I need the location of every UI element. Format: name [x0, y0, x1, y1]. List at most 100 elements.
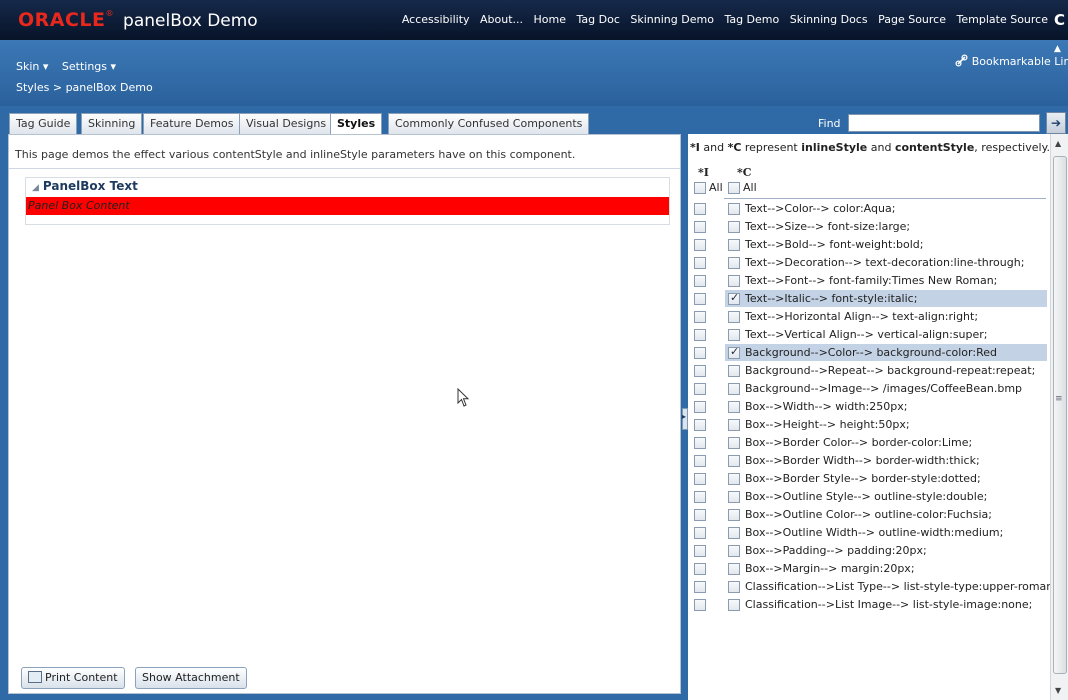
- content-style-checkbox[interactable]: [728, 203, 740, 215]
- find-go-icon[interactable]: ➔: [1046, 112, 1066, 134]
- content-style-checkbox[interactable]: [728, 383, 740, 395]
- inline-style-checkbox[interactable]: [694, 275, 706, 287]
- content-style-checkbox[interactable]: [728, 473, 740, 485]
- inline-style-checkbox[interactable]: [694, 239, 706, 251]
- inline-style-checkbox[interactable]: [694, 365, 706, 377]
- style-option-label: Box-->Margin--> margin:20px;: [745, 562, 915, 575]
- style-option-row: Box-->Border Color--> border-color:Lime;: [688, 434, 1048, 452]
- content-style-checkbox[interactable]: [728, 527, 740, 539]
- skin-menu[interactable]: Skin ▾: [16, 60, 48, 73]
- inline-style-checkbox[interactable]: [694, 419, 706, 431]
- scroll-up-icon[interactable]: ▲: [1055, 139, 1061, 148]
- content-style-checkbox[interactable]: [728, 581, 740, 593]
- style-option-label: Box-->Padding--> padding:20px;: [745, 544, 927, 557]
- nav-skinning-docs[interactable]: Skinning Docs: [790, 13, 868, 26]
- nav-tag-demo[interactable]: Tag Demo: [724, 13, 779, 26]
- inline-style-checkbox[interactable]: [694, 437, 706, 449]
- nav-accessibility[interactable]: Accessibility: [402, 13, 470, 26]
- content-style-checkbox[interactable]: [728, 291, 740, 305]
- inline-style-checkbox[interactable]: [694, 491, 706, 503]
- inline-style-checkbox[interactable]: [694, 563, 706, 575]
- tab-skinning[interactable]: Skinning: [81, 113, 143, 134]
- inline-style-checkbox[interactable]: [694, 383, 706, 395]
- content-style-checkbox[interactable]: [728, 545, 740, 557]
- nav-template-source[interactable]: Template Source: [957, 13, 1048, 26]
- settings-menu[interactable]: Settings ▾: [62, 60, 116, 73]
- tab-feature-demos[interactable]: Feature Demos: [143, 113, 241, 134]
- inline-style-checkbox[interactable]: [694, 293, 706, 305]
- inline-style-checkbox[interactable]: [694, 455, 706, 467]
- tab-tag-guide[interactable]: Tag Guide: [9, 113, 78, 134]
- content-style-checkbox[interactable]: [728, 599, 740, 611]
- content-style-checkbox[interactable]: [728, 401, 740, 413]
- content-style-checkbox[interactable]: [728, 437, 740, 449]
- nav-skinning-demo[interactable]: Skinning Demo: [630, 13, 714, 26]
- find-label: Find: [818, 117, 841, 130]
- style-option-row: Box-->Outline Width--> outline-width:med…: [688, 524, 1048, 542]
- select-all-inline-checkbox[interactable]: [694, 182, 706, 194]
- style-option-row: Box-->Border Style--> border-style:dotte…: [688, 470, 1048, 488]
- tab-strip: Tag Guide Skinning Feature Demos Visual …: [0, 106, 1068, 135]
- show-attachment-button[interactable]: Show Attachment: [135, 667, 247, 689]
- inline-style-checkbox[interactable]: [694, 509, 706, 521]
- style-option-label: Background-->Repeat--> background-repeat…: [745, 364, 1036, 377]
- inline-style-checkbox[interactable]: [694, 401, 706, 413]
- inline-style-checkbox[interactable]: [694, 311, 706, 323]
- nav-about[interactable]: About...: [480, 13, 523, 26]
- tab-styles[interactable]: Styles: [330, 113, 383, 135]
- content-style-checkbox[interactable]: [728, 311, 740, 323]
- style-option-row: Background-->Image--> /images/CoffeeBean…: [688, 380, 1048, 398]
- style-option-row: Box-->Height--> height:50px;: [688, 416, 1048, 434]
- style-option-row: Text-->Color--> color:Aqua;: [688, 200, 1048, 218]
- inline-style-checkbox[interactable]: [694, 257, 706, 269]
- style-option-row: Text-->Italic--> font-style:italic;: [688, 290, 1048, 308]
- print-content-label: Print Content: [45, 671, 118, 684]
- content-style-checkbox[interactable]: [728, 365, 740, 377]
- style-option-label: Box-->Width--> width:250px;: [745, 400, 908, 413]
- bookmarkable-link[interactable]: Bookmarkable Lir: [955, 54, 1068, 68]
- content-style-checkbox[interactable]: [728, 329, 740, 341]
- content-style-checkbox[interactable]: [728, 563, 740, 575]
- style-option-row: Text-->Size--> font-size:large;: [688, 218, 1048, 236]
- content-style-checkbox[interactable]: [728, 239, 740, 251]
- tab-commonly-confused[interactable]: Commonly Confused Components: [388, 113, 590, 134]
- demo-panel: This page demos the effect various conte…: [8, 134, 681, 694]
- inline-style-checkbox[interactable]: [694, 599, 706, 611]
- inline-style-checkbox[interactable]: [694, 221, 706, 233]
- scroll-down-icon[interactable]: ▼: [1055, 686, 1061, 695]
- breadcrumb[interactable]: Styles > panelBox Demo: [16, 81, 153, 94]
- content-style-checkbox[interactable]: [728, 455, 740, 467]
- content-style-checkbox[interactable]: [728, 491, 740, 503]
- inline-style-checkbox[interactable]: [694, 527, 706, 539]
- inline-style-checkbox[interactable]: [694, 545, 706, 557]
- style-option-row: Text-->Bold--> font-weight:bold;: [688, 236, 1048, 254]
- inline-style-checkbox[interactable]: [694, 329, 706, 341]
- nav-home[interactable]: Home: [534, 13, 566, 26]
- inline-style-checkbox[interactable]: [694, 347, 706, 359]
- legend-c: *C: [727, 141, 742, 154]
- content-style-checkbox[interactable]: [728, 257, 740, 269]
- tab-visual-designs[interactable]: Visual Designs: [239, 113, 334, 134]
- legend-i: *I: [690, 141, 700, 154]
- collapse-arrow-icon[interactable]: ▲: [1054, 44, 1066, 54]
- legend-text-1: and: [699, 141, 728, 154]
- style-option-label: Box-->Border Width--> border-width:thick…: [745, 454, 980, 467]
- nav-page-source[interactable]: Page Source: [878, 13, 946, 26]
- inline-style-checkbox[interactable]: [694, 581, 706, 593]
- content-style-checkbox[interactable]: [728, 509, 740, 521]
- inline-style-checkbox[interactable]: [694, 473, 706, 485]
- content-style-checkbox[interactable]: [728, 275, 740, 287]
- content-style-checkbox[interactable]: [728, 419, 740, 431]
- content-style-checkbox[interactable]: [728, 345, 740, 359]
- vertical-scrollbar[interactable]: ▲ ≡ ▼: [1050, 134, 1068, 700]
- print-content-button[interactable]: Print Content: [21, 667, 125, 689]
- select-all-content-checkbox[interactable]: [728, 182, 740, 194]
- panelbox-header[interactable]: ◢ PanelBox Text: [32, 179, 138, 193]
- nav-tag-doc[interactable]: Tag Doc: [577, 13, 620, 26]
- scrollbar-thumb[interactable]: [1053, 156, 1067, 674]
- style-option-row: Box-->Outline Color--> outline-color:Fuc…: [688, 506, 1048, 524]
- inline-style-checkbox[interactable]: [694, 203, 706, 215]
- content-style-checkbox[interactable]: [728, 221, 740, 233]
- disclosure-triangle-icon[interactable]: ◢: [32, 183, 39, 193]
- find-input[interactable]: [848, 114, 1040, 132]
